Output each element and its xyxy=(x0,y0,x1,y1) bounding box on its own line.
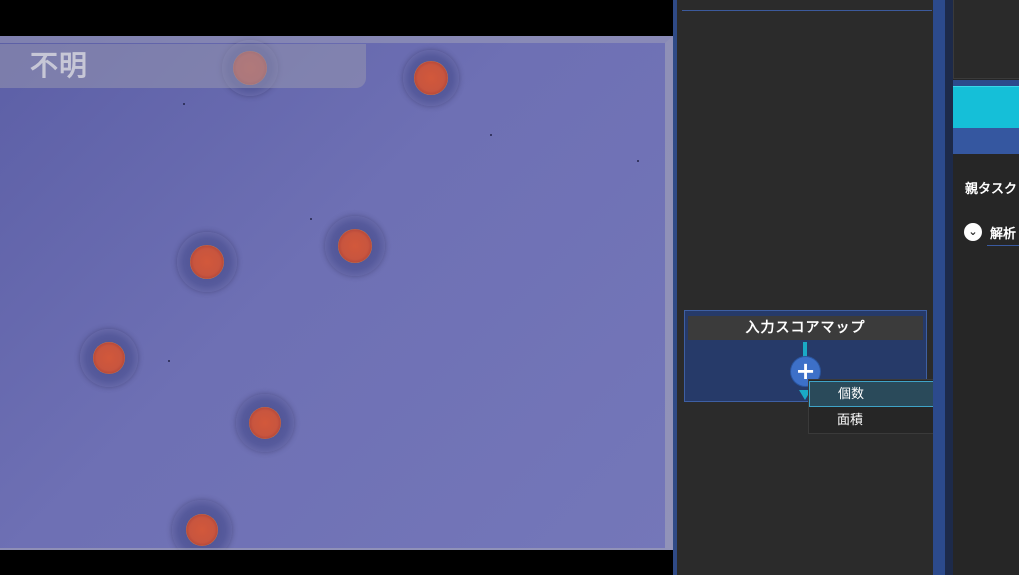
node-title: 入力スコアマップ xyxy=(688,316,923,340)
viewer-frame xyxy=(0,36,673,550)
panel-splitter-inner xyxy=(945,0,953,575)
panel-divider xyxy=(682,10,932,11)
section-underline xyxy=(987,245,1019,246)
image-viewer[interactable]: 不明 xyxy=(0,36,673,550)
tab-bar xyxy=(953,128,1019,154)
properties-panel: 親タスク ⌄ 解析 xyxy=(953,0,1019,575)
chevron-down-icon[interactable]: ⌄ xyxy=(964,223,982,241)
analysis-section-label[interactable]: 解析 xyxy=(990,223,1019,242)
panel-splitter[interactable] xyxy=(933,0,945,575)
parent-task-label: 親タスク xyxy=(965,182,1018,197)
flow-panel[interactable] xyxy=(673,0,933,575)
class-label: 不明 xyxy=(30,49,89,82)
properties-header-box xyxy=(953,0,1019,79)
active-tab[interactable] xyxy=(953,86,1019,129)
